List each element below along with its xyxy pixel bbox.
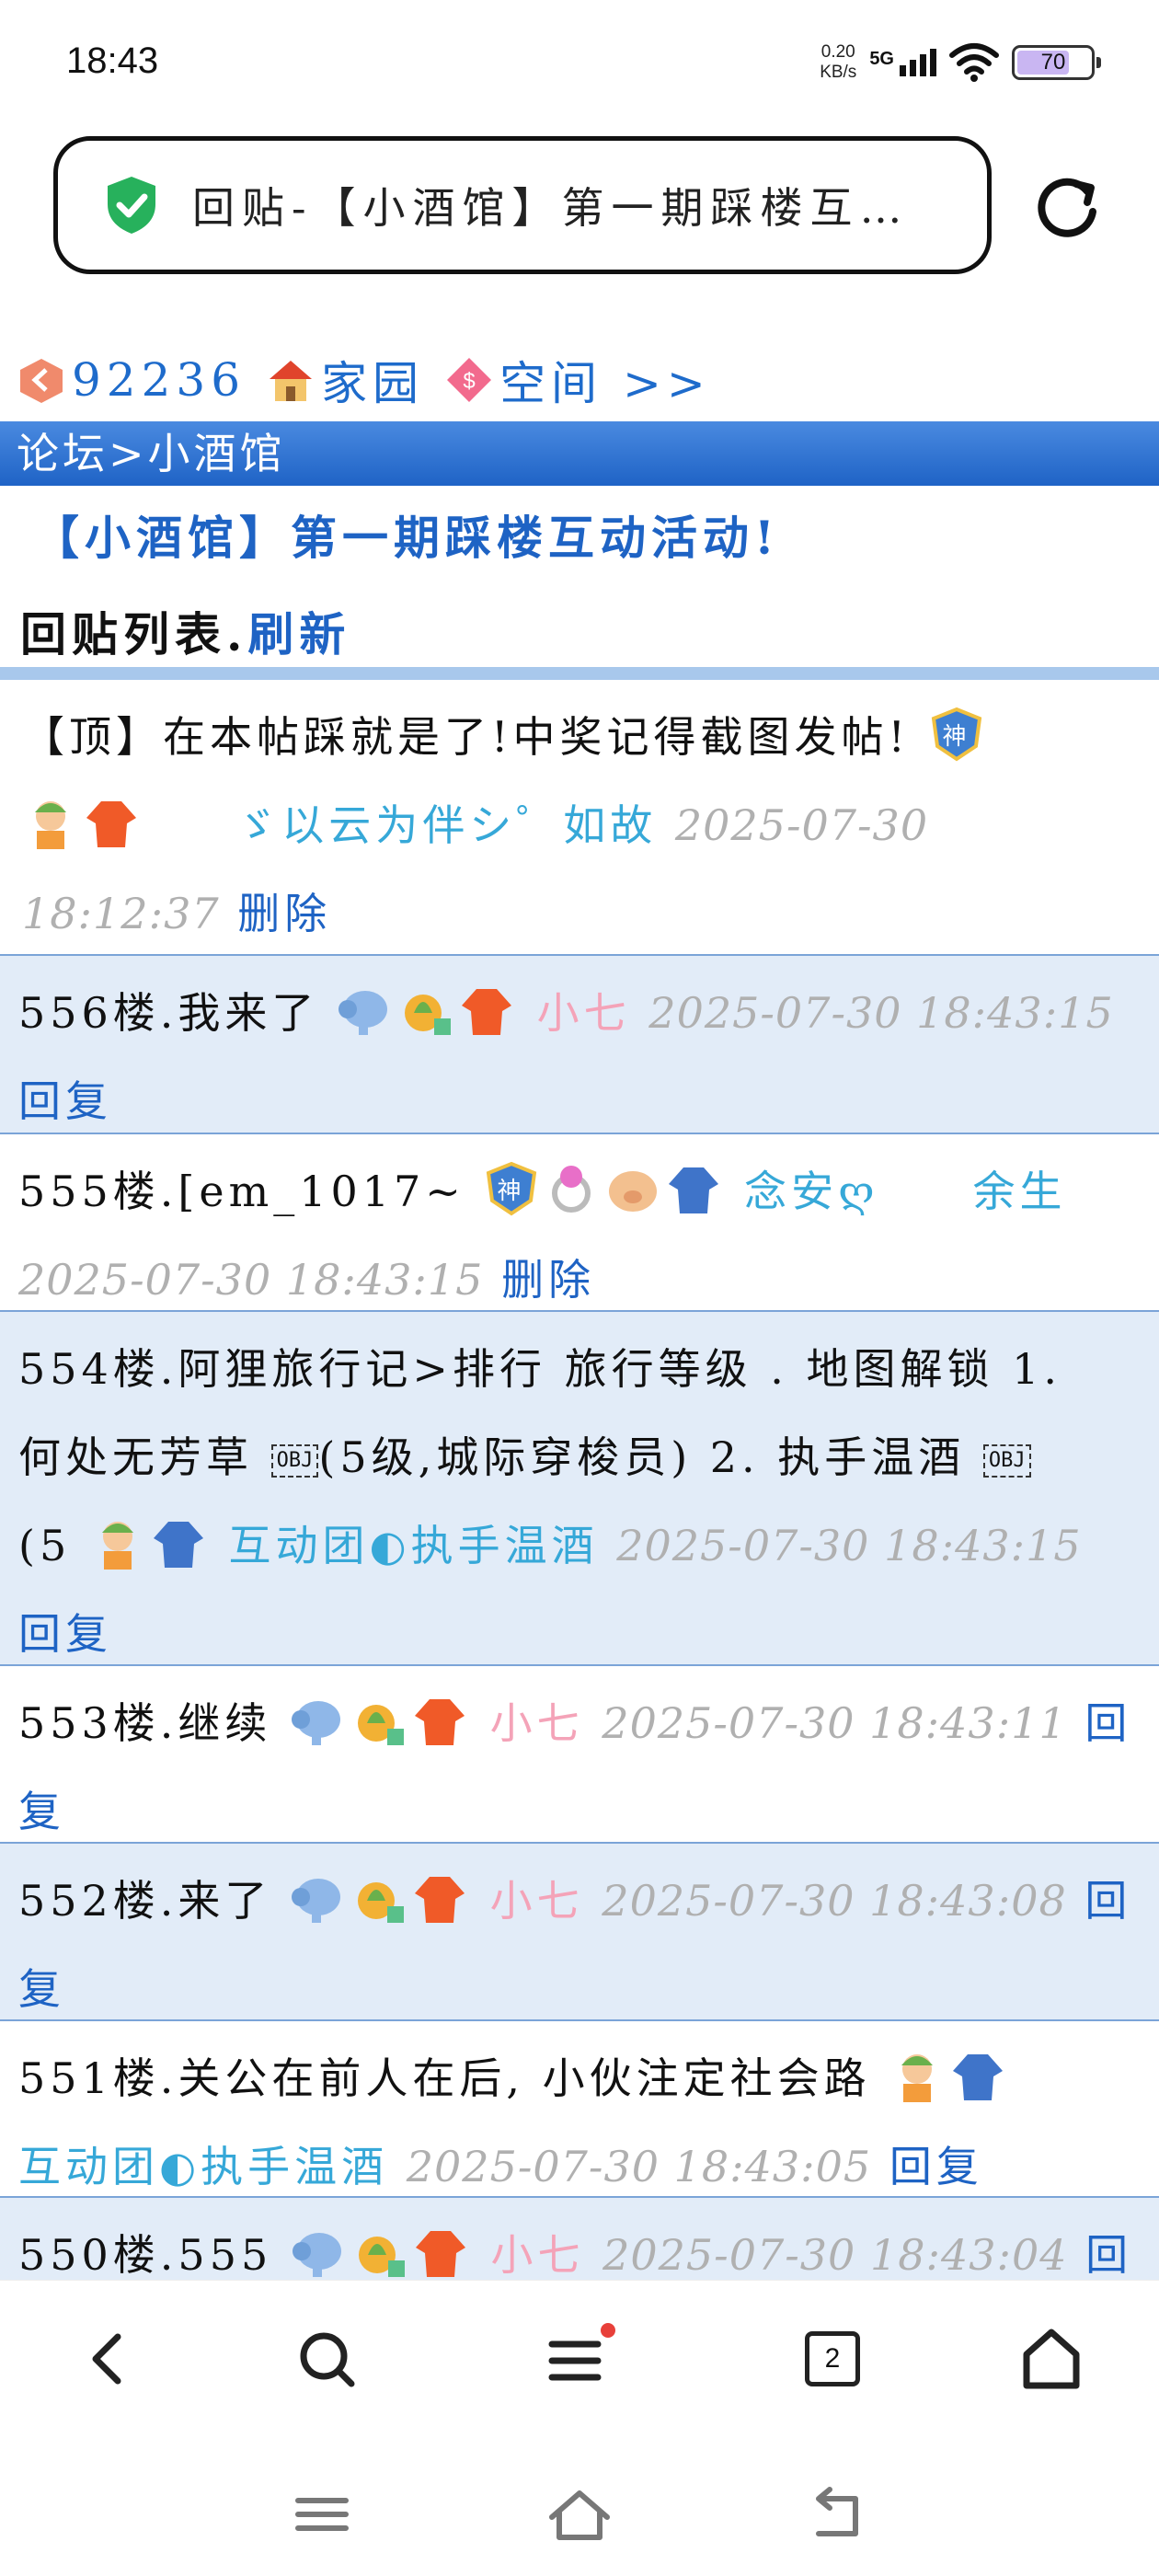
points-link[interactable]: 92236 <box>72 353 246 407</box>
reply-link[interactable]: 回复 <box>18 1076 112 1126</box>
space-link[interactable]: 空间 >> <box>499 347 711 413</box>
wine-level-icon <box>358 1882 405 1923</box>
reply-link[interactable]: 回复 <box>889 2142 983 2191</box>
tabs-icon: 2 <box>805 2331 860 2386</box>
avatar-boy-icon <box>101 1522 133 1570</box>
user-bar: 92236 家园 $ 空间 >> <box>17 348 711 412</box>
wine-level-icon <box>358 1705 405 1745</box>
pinned-time-date: 2025-07-30 <box>674 800 929 850</box>
robe-icon <box>415 1699 465 1745</box>
pig-icon <box>609 1171 658 1212</box>
list-header: 回贴列表.刷新 <box>20 607 351 661</box>
delete-link[interactable]: 删除 <box>501 1255 595 1305</box>
reply-555: 555楼.[em_1017~ 神 念安ღ 余生 2025-07-30 18:43… <box>0 1134 1159 1312</box>
page-title-url: 回贴-【小酒馆】第一期踩楼互… <box>192 183 910 233</box>
home-button[interactable] <box>1010 2317 1093 2400</box>
reply-link[interactable]: 回复 <box>18 1609 112 1659</box>
wine-level-icon <box>405 995 452 1035</box>
robe-blue-icon <box>953 2054 1004 2100</box>
svg-text:神: 神 <box>498 1178 526 1205</box>
net-speed: 0.20 KB/s <box>820 42 857 82</box>
robe-icon <box>415 1877 465 1923</box>
object-placeholder-icon: OBJ <box>270 1444 319 1478</box>
pinned-reply: 【顶】在本帖踩就是了!中奖记得截图发帖! 神 ゞ以云为伴シ゜如故 2025-07… <box>0 680 1159 956</box>
object-placeholder-icon: OBJ <box>982 1444 1031 1478</box>
browser-bottom-nav: 2 <box>0 2280 1159 2445</box>
search-button[interactable] <box>285 2317 368 2400</box>
reload-icon[interactable] <box>1030 171 1104 245</box>
god-badge-icon: 神 <box>487 1161 537 1216</box>
back-icon <box>92 2333 121 2385</box>
status-icons: 0.20 KB/s 5G 70 <box>820 35 1101 90</box>
elephant-icon <box>292 1879 341 1923</box>
svg-text:神: 神 <box>942 723 970 751</box>
recents-icon[interactable] <box>285 2482 359 2547</box>
tabs-button[interactable]: 2 <box>791 2317 874 2400</box>
elephant-icon <box>292 2233 341 2277</box>
back-button[interactable] <box>66 2317 149 2400</box>
robe-blue-icon <box>669 1167 719 1213</box>
pinned-author[interactable]: ゞ以云为伴シ゜如故 <box>235 800 657 850</box>
pinned-time-clock: 18:12:37 <box>22 889 220 938</box>
status-bar: 18:43 0.20 KB/s 5G 70 <box>0 0 1159 120</box>
post-title[interactable]: 【小酒馆】第一期踩楼互动活动! <box>33 501 780 568</box>
space-icon: $ <box>447 358 492 402</box>
elephant-icon <box>339 991 388 1035</box>
wine-level-icon <box>358 2237 405 2277</box>
status-time: 18:43 <box>66 40 159 81</box>
points-icon <box>20 359 63 403</box>
delete-link[interactable]: 删除 <box>237 889 331 938</box>
god-badge-icon: 神 <box>931 707 981 762</box>
breadcrumb[interactable]: 论坛>小酒馆 <box>0 421 1159 486</box>
battery-icon: 70 <box>1012 45 1101 80</box>
robe-icon <box>415 2231 465 2277</box>
search-icon <box>300 2332 355 2387</box>
robe-icon <box>462 989 512 1035</box>
home-icon <box>1023 2329 1080 2389</box>
system-nav-bar <box>0 2445 1159 2576</box>
pinned-content: 【顶】在本帖踩就是了!中奖记得截图发帖! <box>22 712 910 762</box>
svg-text:$: $ <box>463 369 475 394</box>
divider <box>0 667 1159 680</box>
wifi-icon <box>949 43 999 82</box>
menu-button[interactable] <box>538 2317 621 2400</box>
avatar-boy-icon <box>901 2054 934 2102</box>
shield-check-icon <box>108 177 155 234</box>
reply-553: 553楼.继续 小七 2025-07-30 18:43:11 回复 <box>0 1666 1159 1844</box>
robe-icon <box>86 801 136 847</box>
robe-blue-icon <box>153 1522 203 1568</box>
reply-551: 551楼.关公在前人在后, 小伙注定社会路 互动团◐执手温酒 2025-07-3… <box>0 2021 1159 2198</box>
system-home-icon[interactable] <box>543 2482 616 2547</box>
home-link[interactable]: 家园 <box>321 347 424 413</box>
reply-552: 552楼.来了 小七 2025-07-30 18:43:08 回复 <box>0 1844 1159 2021</box>
system-back-icon[interactable] <box>800 2482 874 2547</box>
menu-icon <box>548 2323 615 2381</box>
reply-556: 556楼.我来了 小七 2025-07-30 18:43:15 回复 <box>0 956 1159 1134</box>
signal-icon: 5G <box>869 49 936 76</box>
reply-554: 554楼.阿狸旅行记>排行 旅行等级 . 地图解锁 1. 何处无芳草 OBJ (5… <box>0 1312 1159 1666</box>
refresh-link[interactable]: 刷新 <box>247 607 350 661</box>
house-icon <box>270 361 313 401</box>
address-bar[interactable]: 回贴-【小酒馆】第一期踩楼互… <box>53 136 992 274</box>
reply-550: 550楼.555 小七 2025-07-30 18:43:04 回复 <box>0 2198 1159 2280</box>
elephant-icon <box>292 1701 341 1745</box>
avatar-boy-icon <box>35 801 66 849</box>
flower-ring-icon <box>552 1166 591 1213</box>
